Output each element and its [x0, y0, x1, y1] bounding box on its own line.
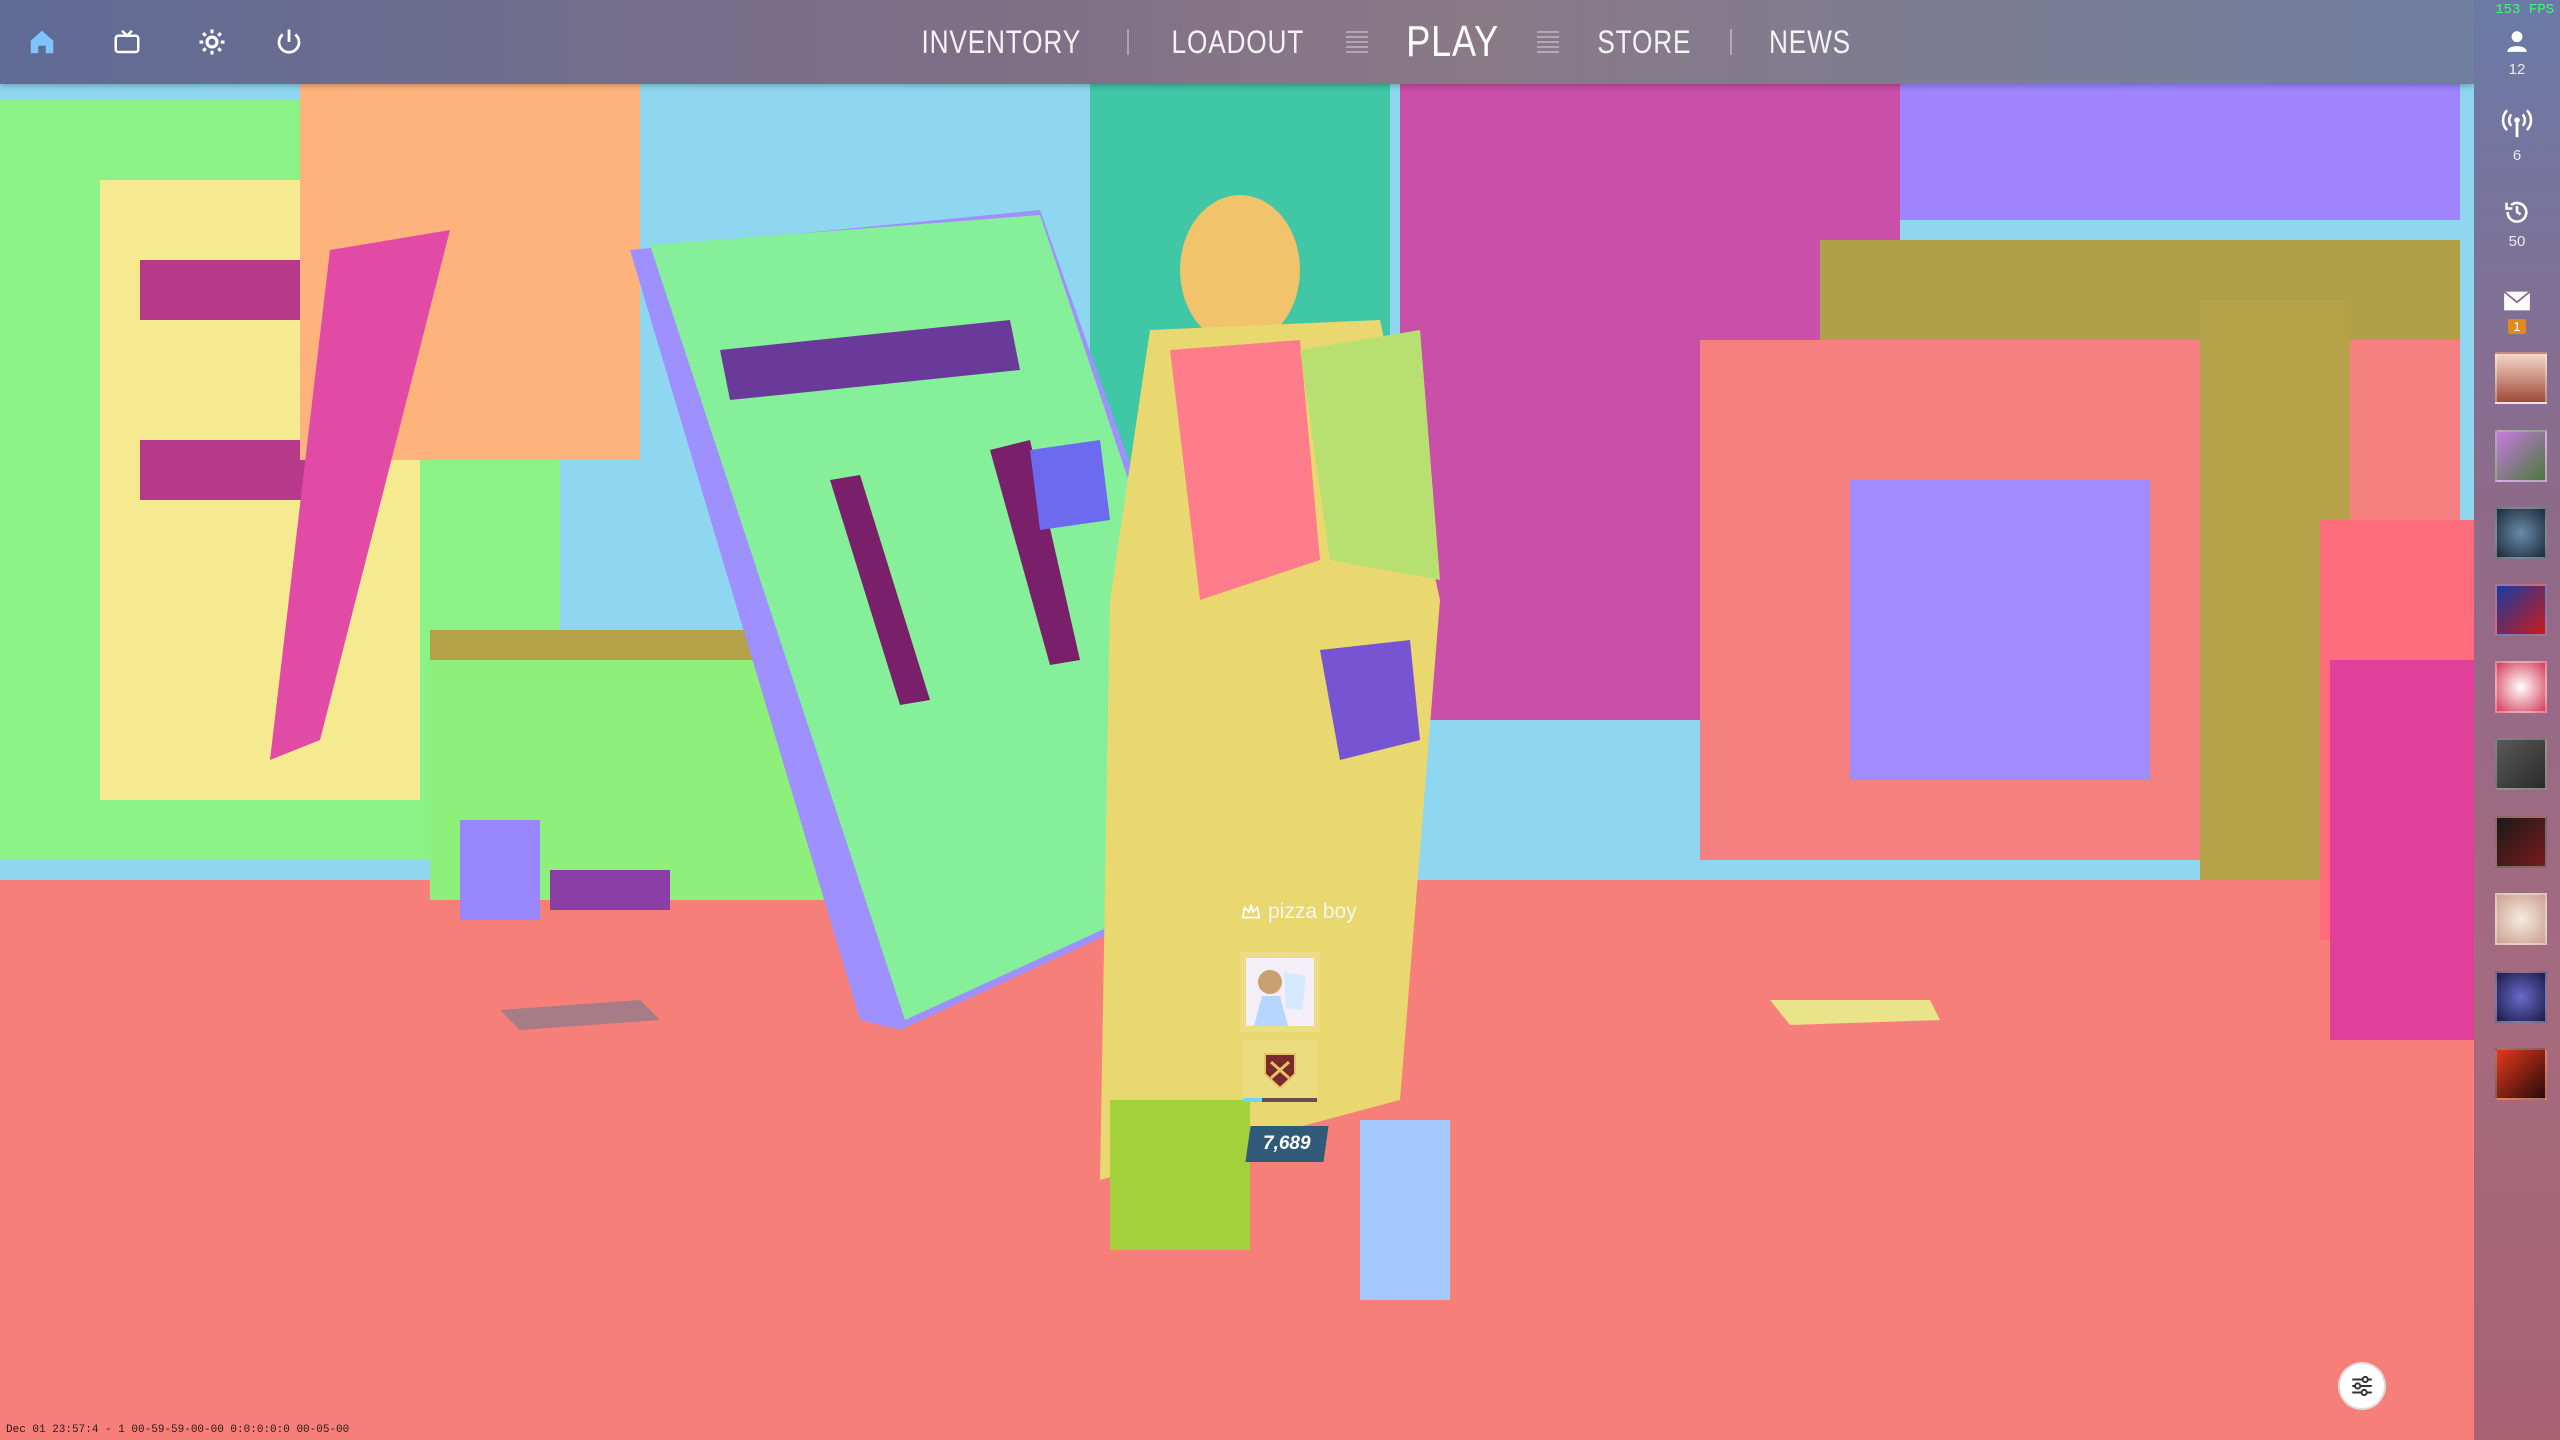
- broadcast-button[interactable]: 6: [2474, 106, 2560, 164]
- top-nav-bar: INVENTORY LOADOUT PLAY STORE NEWS: [0, 0, 2474, 84]
- gear-icon[interactable]: [190, 20, 234, 64]
- friend-avatar[interactable]: [2495, 661, 2547, 713]
- player-avatar-image: [1246, 958, 1314, 1026]
- tab-inventory[interactable]: INVENTORY: [910, 24, 1092, 61]
- history-button[interactable]: 50: [2474, 198, 2560, 250]
- mail-button[interactable]: 1: [2474, 290, 2560, 336]
- history-icon: [2505, 201, 2528, 223]
- mail-count-badge: 1: [2508, 319, 2526, 334]
- player-score: 7,689: [1263, 1133, 1311, 1154]
- broadcast-icon: [2501, 109, 2533, 138]
- tab-news[interactable]: NEWS: [1758, 24, 1863, 61]
- home-icon[interactable]: [20, 20, 64, 64]
- fps-counter: 153 FPS: [2495, 2, 2554, 18]
- friend-avatar[interactable]: [2495, 971, 2547, 1023]
- friend-avatar[interactable]: [2495, 1048, 2547, 1100]
- xp-progress-fill: [1243, 1098, 1262, 1102]
- tv-icon[interactable]: [105, 20, 149, 64]
- friend-avatar[interactable]: [2495, 738, 2547, 790]
- friend-avatar[interactable]: [2495, 816, 2547, 868]
- mail-icon: [2503, 290, 2531, 311]
- player-name-tag[interactable]: pizza boy: [1240, 900, 1357, 924]
- friend-avatar[interactable]: [2495, 352, 2547, 404]
- friends-button[interactable]: 12: [2474, 28, 2560, 78]
- friend-avatar[interactable]: [2495, 893, 2547, 945]
- main-nav: INVENTORY LOADOUT PLAY STORE NEWS: [890, 0, 1874, 84]
- nav-separator: [1730, 29, 1733, 55]
- friend-avatar[interactable]: [2495, 430, 2547, 482]
- broadcast-count: 6: [2512, 147, 2522, 164]
- tab-store[interactable]: STORE: [1586, 24, 1703, 61]
- game-scene: [0, 0, 2560, 1440]
- friend-avatar[interactable]: [2495, 507, 2547, 559]
- power-icon[interactable]: [267, 20, 311, 64]
- friend-avatar[interactable]: [2495, 584, 2547, 636]
- rank-emblem[interactable]: [1243, 1040, 1317, 1102]
- rank-icon: [1264, 1053, 1296, 1090]
- friends-count: 12: [2508, 61, 2526, 78]
- sliders-icon: [2352, 1375, 2372, 1397]
- xp-progress-bar: [1243, 1098, 1317, 1102]
- player-score-badge: 7,689: [1245, 1126, 1329, 1162]
- debug-info-text: Dec 01 23:57:4 - 1 00-59-59-00-00 0:0:0:…: [6, 1424, 350, 1436]
- filter-settings-button[interactable]: [2340, 1364, 2384, 1408]
- nav-separator: [1126, 29, 1129, 55]
- nav-separator: [1346, 31, 1369, 53]
- player-name: pizza boy: [1268, 900, 1357, 923]
- user-icon: [2507, 31, 2527, 52]
- nav-separator: [1537, 31, 1560, 53]
- history-count: 50: [2508, 233, 2526, 250]
- player-avatar[interactable]: [1240, 952, 1320, 1032]
- crown-icon: [1241, 904, 1261, 919]
- tab-play[interactable]: PLAY: [1395, 17, 1511, 67]
- right-sidebar: 153 FPS 12 6 50 1: [2474, 0, 2560, 1440]
- tab-loadout[interactable]: LOADOUT: [1160, 24, 1316, 61]
